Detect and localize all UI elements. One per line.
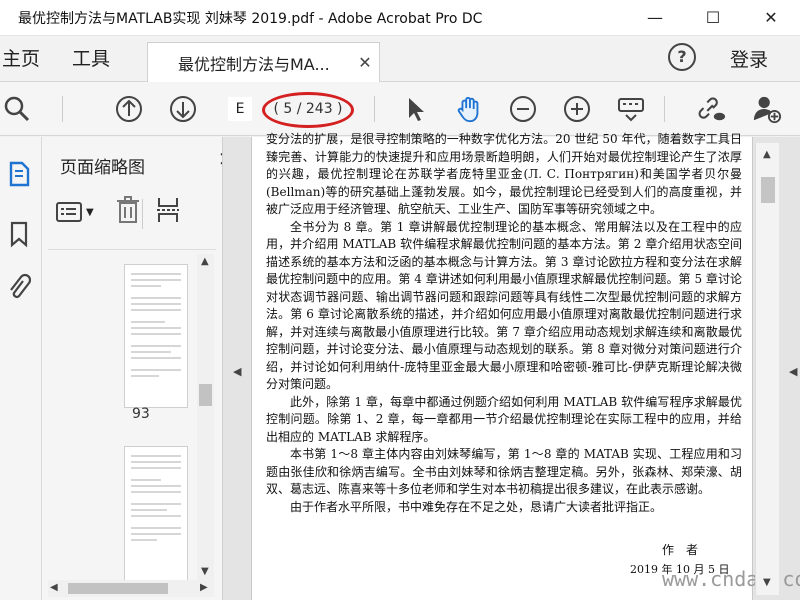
- tab-close-icon[interactable]: ✕: [351, 53, 379, 72]
- scroll-up-icon[interactable]: ▲: [763, 149, 771, 160]
- minimize-icon: —: [647, 8, 663, 27]
- collapse-right-panel-icon[interactable]: ◀: [789, 365, 797, 378]
- thumbnail-options-button[interactable]: ▼: [56, 201, 94, 223]
- page-text: 变分法的扩展，是很寻控制策略的一种数字优化方法。20 世纪 50 年代，随着数字…: [266, 131, 742, 516]
- navigation-rail: [0, 137, 42, 600]
- red-highlight-ellipse: [262, 92, 354, 128]
- tab-bar: 主页 工具 最优控制方法与MA... ✕ ? 登录: [0, 36, 800, 82]
- collapse-left-panel-icon[interactable]: ◀: [233, 365, 241, 378]
- hand-tool-icon[interactable]: [454, 94, 484, 124]
- maximize-icon: ☐: [705, 8, 721, 27]
- bookmark-icon[interactable]: [4, 217, 34, 251]
- scroll-thumb[interactable]: [199, 384, 212, 406]
- scroll-up-icon[interactable]: ▲: [201, 256, 209, 267]
- list-options-icon: [56, 202, 82, 222]
- chevron-down-icon: ▼: [86, 206, 94, 218]
- thumbnails-panel-title: 页面缩略图: [60, 158, 145, 178]
- share-link-icon[interactable]: [696, 94, 726, 124]
- paragraph: 由于作者水平所限，书中难免存在不足之处，恳请广大读者批评指正。: [290, 499, 663, 514]
- close-icon: ✕: [764, 8, 778, 27]
- minimize-button[interactable]: —: [626, 0, 684, 36]
- document-vertical-scrollbar[interactable]: ▲ ▼: [755, 143, 779, 595]
- thumbnails-list[interactable]: 93: [48, 249, 216, 582]
- paragraph: 变分法的扩展，是很寻控制策略的一种数字优化方法。20 世纪 50 年代，随着数字…: [266, 132, 742, 216]
- close-window-button[interactable]: ✕: [742, 0, 800, 36]
- maximize-button[interactable]: ☐: [684, 0, 742, 36]
- zoom-in-icon[interactable]: [562, 94, 592, 124]
- scroll-thumb[interactable]: [68, 583, 168, 594]
- document-page: 变分法的扩展，是很寻控制策略的一种数字优化方法。20 世纪 50 年代，随着数字…: [251, 132, 800, 600]
- paragraph: 此外，除第 1 章，每章中都通过例题介绍如何利用 MATLAB 软件编写程序求解…: [266, 394, 742, 444]
- toolbar: E ( 5 / 243 ): [0, 82, 800, 136]
- scroll-left-icon[interactable]: ◀: [50, 582, 58, 593]
- toolbar-divider: [62, 96, 63, 122]
- toolbar-divider: [664, 96, 665, 122]
- author-signature: 作者: [662, 543, 711, 557]
- add-user-icon[interactable]: [752, 94, 782, 124]
- tab-tools[interactable]: 工具: [72, 36, 110, 82]
- thumbnails-vertical-scrollbar[interactable]: ▲ ▼: [197, 254, 214, 580]
- zoom-out-icon[interactable]: [508, 94, 538, 124]
- tab-document-label: 最优控制方法与MA...: [178, 54, 330, 74]
- previous-page-icon[interactable]: [114, 94, 144, 124]
- attachment-icon[interactable]: [4, 271, 34, 305]
- delete-page-button[interactable]: [116, 196, 140, 228]
- next-page-icon[interactable]: [168, 94, 198, 124]
- thumbnails-panel: 页面缩略图 ✕ ▼ 93 ▲ ▼: [42, 137, 235, 600]
- page-thumbnails-icon[interactable]: [4, 157, 34, 191]
- trash-icon: [116, 196, 139, 223]
- page-thumbnail-93[interactable]: [124, 264, 188, 408]
- scroll-down-icon[interactable]: ▼: [201, 566, 209, 577]
- help-button[interactable]: ?: [668, 43, 696, 71]
- scroll-right-icon[interactable]: ▶: [200, 582, 208, 593]
- page-thumbnail-94[interactable]: [124, 446, 188, 582]
- crop-page-button[interactable]: [156, 196, 180, 228]
- select-cursor-icon[interactable]: [400, 94, 430, 124]
- login-button[interactable]: 登录: [730, 36, 768, 82]
- toolbar-divider: [374, 96, 375, 122]
- thumbnail-page-number: 93: [132, 406, 150, 422]
- zoom-search-icon[interactable]: [2, 94, 32, 124]
- window-title: 最优控制方法与MATLAB实现 刘妹琴 2019.pdf - Adobe Acr…: [18, 10, 483, 27]
- watermark: www.cndao.com: [662, 567, 800, 591]
- tab-document[interactable]: 最优控制方法与MA... ✕: [147, 42, 380, 82]
- tab-home[interactable]: 主页: [0, 36, 40, 82]
- keyboard-view-icon[interactable]: [616, 94, 646, 124]
- scroll-down-icon[interactable]: ▼: [763, 577, 771, 588]
- thumbnails-toolbar: ▼: [56, 195, 180, 229]
- paragraph: 本书第 1～8 章主体内容由刘妹琴编写，第 1～8 章的 MATAB 实现、工程…: [266, 447, 742, 496]
- toolbar-divider: [142, 199, 143, 229]
- scroll-thumb[interactable]: [761, 177, 775, 203]
- title-bar: 最优控制方法与MATLAB实现 刘妹琴 2019.pdf - Adobe Acr…: [0, 0, 800, 36]
- crop-icon: [156, 198, 179, 222]
- document-viewport[interactable]: ◀ 变分法的扩展，是很寻控制策略的一种数字优化方法。20 世纪 50 年代，随着…: [222, 132, 800, 600]
- page-number-input[interactable]: E: [228, 97, 252, 121]
- thumbnails-horizontal-scrollbar[interactable]: ◀ ▶: [48, 580, 214, 597]
- paragraph: 全书分为 8 章。第 1 章讲解最优控制理论的基本概念、常用解法以及在工程中的应…: [266, 219, 742, 392]
